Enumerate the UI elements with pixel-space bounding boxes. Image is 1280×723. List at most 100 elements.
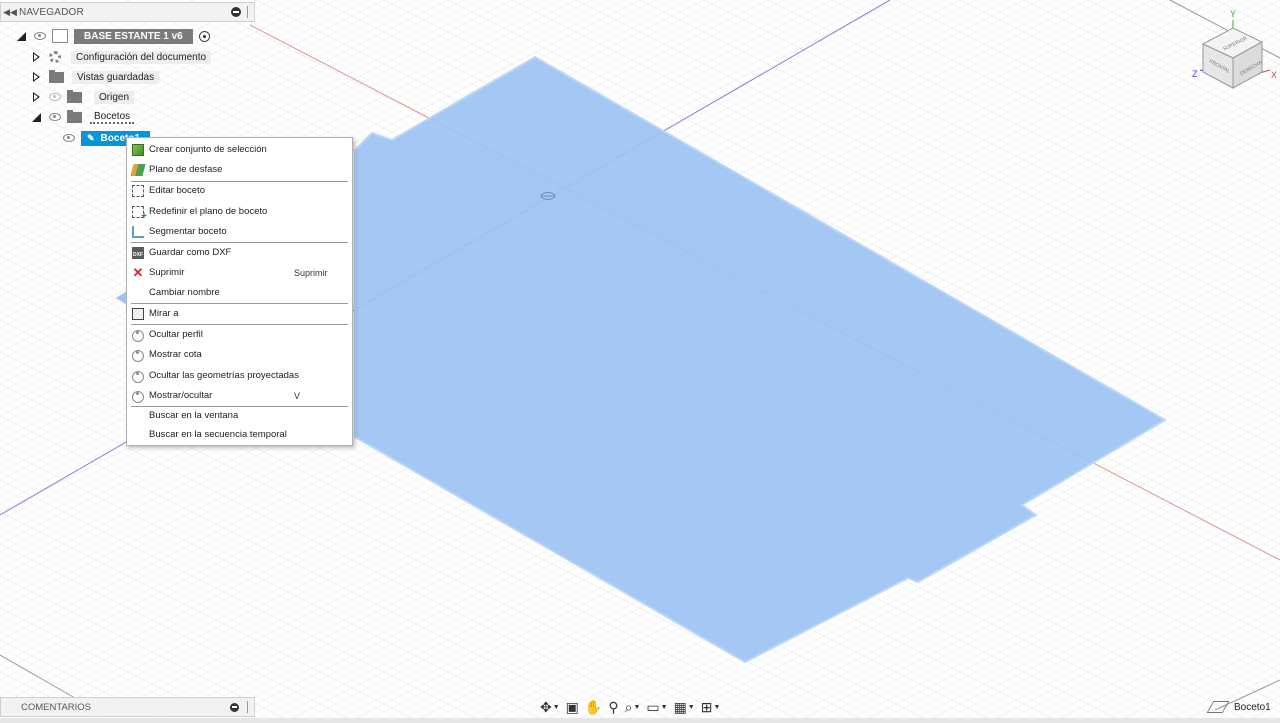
gear-icon [49, 51, 61, 63]
tree-item-sketches[interactable]: Bocetos [31, 108, 135, 126]
tree-root-row[interactable]: BASE ESTANTE 1 v6 [16, 27, 210, 45]
menu-item-look-at[interactable]: Mirar a [127, 304, 352, 323]
zoom-button[interactable]: ⚲ [608, 699, 618, 715]
active-sketch-label: Boceto1 [1234, 701, 1271, 713]
menu-item-label: Ocultar perfil [149, 329, 203, 340]
menu-item-slice-sketch[interactable]: Segmentar boceto [127, 222, 352, 241]
menu-item-offset-plane[interactable]: Plano de desfase [127, 160, 352, 179]
eye-icon[interactable] [49, 113, 61, 121]
viewports-icon: ⊞ [700, 698, 713, 715]
panel-grip[interactable] [247, 701, 252, 713]
eye-icon[interactable] [63, 134, 75, 142]
menu-item-label: Redefinir el plano de boceto [149, 206, 268, 217]
grid-settings-button[interactable]: ▦ ▼ [674, 699, 695, 715]
menu-item-delete[interactable]: ✕ Suprimir Suprimir [127, 263, 352, 282]
active-sketch-indicator: Boceto1 [1206, 698, 1271, 716]
orbit-button[interactable]: ✥ ▼ [540, 699, 560, 715]
menu-item-redefine-sketch-plane[interactable]: Redefinir el plano de boceto [127, 202, 352, 222]
hand-icon: ✋ [584, 698, 603, 715]
comments-title: COMENTARIOS [21, 701, 92, 713]
tree-item-label: Bocetos [90, 111, 135, 124]
bottom-edge-bar [0, 718, 1280, 723]
menu-item-create-selection-set[interactable]: Crear conjunto de selección [127, 140, 352, 159]
document-icon [52, 29, 68, 43]
menu-item-rename[interactable]: Cambiar nombre [127, 283, 352, 302]
menu-item-show-hide[interactable]: Mostrar/ocultar V [127, 386, 352, 405]
zoom-icon: ⚲ [608, 698, 619, 715]
selection-set-icon [132, 143, 144, 156]
expand-triangle-icon[interactable] [31, 71, 43, 83]
folder-icon [67, 89, 82, 103]
sketch-pencil-icon: ✎ [87, 132, 95, 143]
look-at-icon [132, 307, 144, 320]
expand-triangle-icon[interactable] [16, 30, 28, 42]
browser-panel: ◀◀ NAVEGADOR BASE ESTANTE 1 v6 Configura… [0, 0, 255, 148]
viewports-button[interactable]: ⊞ ▼ [701, 699, 721, 715]
eye-icon [132, 349, 144, 362]
eye-icon[interactable] [34, 32, 46, 40]
chevron-down-icon: ▼ [660, 703, 668, 711]
y-axis-label: Y [1230, 9, 1236, 19]
redefine-plane-icon [132, 205, 147, 222]
blank-icon [132, 429, 144, 441]
slice-sketch-icon [132, 225, 144, 238]
menu-item-label: Suprimir [149, 267, 185, 278]
pin-icon[interactable] [231, 7, 241, 17]
panel-grip[interactable] [247, 6, 252, 18]
menu-item-find-in-timeline[interactable]: Buscar en la secuencia temporal [127, 425, 352, 444]
monitor-icon: ▭ [646, 698, 660, 715]
fit-button[interactable]: ⌕ ▼ [625, 699, 641, 715]
root-component-label[interactable]: BASE ESTANTE 1 v6 [74, 28, 193, 44]
chevron-down-icon: ▼ [633, 703, 641, 711]
menu-item-save-as-dxf[interactable]: DXF Guardar como DXF [127, 243, 352, 262]
collapse-triangle-icon[interactable] [31, 111, 43, 123]
menu-item-label: Ocultar las geometrías proyectadas [149, 370, 299, 381]
tree-item-document-settings[interactable]: Configuración del documento [31, 48, 212, 66]
dxf-icon: DXF [132, 246, 144, 259]
menu-item-label: Mostrar cota [149, 349, 202, 360]
expand-triangle-icon[interactable] [31, 51, 43, 63]
look-at-icon: ▣ [565, 698, 579, 715]
tree-item-saved-views[interactable]: Vistas guardadas [31, 68, 160, 86]
menu-item-shortcut: Suprimir [294, 267, 328, 278]
collapse-icon[interactable]: ◀◀ [1, 7, 19, 18]
orbit-icon: ✥ [540, 698, 552, 715]
eye-icon [132, 390, 144, 403]
menu-item-label: Cambiar nombre [149, 287, 220, 298]
menu-item-label: Crear conjunto de selección [149, 144, 267, 155]
menu-item-label: Mirar a [149, 308, 179, 319]
menu-item-find-in-window[interactable]: Buscar en la ventana [127, 406, 352, 425]
eye-icon [132, 329, 144, 342]
eye-hidden-icon[interactable] [49, 93, 61, 101]
menu-item-hide-profile[interactable]: Ocultar perfil [127, 325, 352, 344]
context-menu: Crear conjunto de selección Plano de des… [126, 137, 353, 446]
menu-item-label: Mostrar/ocultar [149, 390, 213, 401]
look-at-button[interactable]: ▣ [566, 699, 579, 715]
grid-icon: ▦ [673, 698, 687, 715]
activate-radio-icon[interactable] [198, 30, 210, 42]
viewcube[interactable]: Y X Z SUPERIOR FRONTAL DERECHA [1188, 6, 1280, 96]
menu-item-label: Editar boceto [149, 185, 205, 196]
display-settings-button[interactable]: ▭ ▼ [646, 699, 667, 715]
chevron-down-icon: ▼ [713, 703, 721, 711]
navigator-header: ◀◀ NAVEGADOR [0, 2, 255, 22]
sketch-plane-icon [1206, 701, 1230, 713]
eye-icon [132, 370, 144, 383]
menu-item-show-dimension[interactable]: Mostrar cota [127, 345, 352, 364]
add-comment-icon[interactable] [230, 702, 239, 712]
expand-triangle-icon[interactable] [31, 91, 43, 103]
menu-item-shortcut: V [294, 390, 301, 401]
blank-icon [132, 410, 144, 422]
chevron-down-icon: ▼ [687, 703, 695, 711]
folder-icon [49, 69, 64, 83]
offset-plane-icon [130, 163, 146, 176]
menu-item-edit-sketch[interactable]: Editar boceto [127, 181, 352, 200]
menu-item-label: Plano de desfase [149, 164, 223, 175]
pan-button[interactable]: ✋ [585, 699, 602, 715]
blank-icon [132, 287, 144, 299]
chevron-down-icon: ▼ [552, 703, 560, 711]
comments-panel[interactable]: COMENTARIOS [0, 697, 255, 717]
menu-item-hide-projected-geometry[interactable]: Ocultar las geometrías proyectadas [127, 366, 352, 385]
tree-item-origin[interactable]: Origen [31, 88, 135, 106]
navigation-toolbar: ✥ ▼ ▣ ✋ ⚲ ⌕ ▼ ▭ ▼ ▦ ▼ ⊞ ▼ [540, 697, 720, 717]
